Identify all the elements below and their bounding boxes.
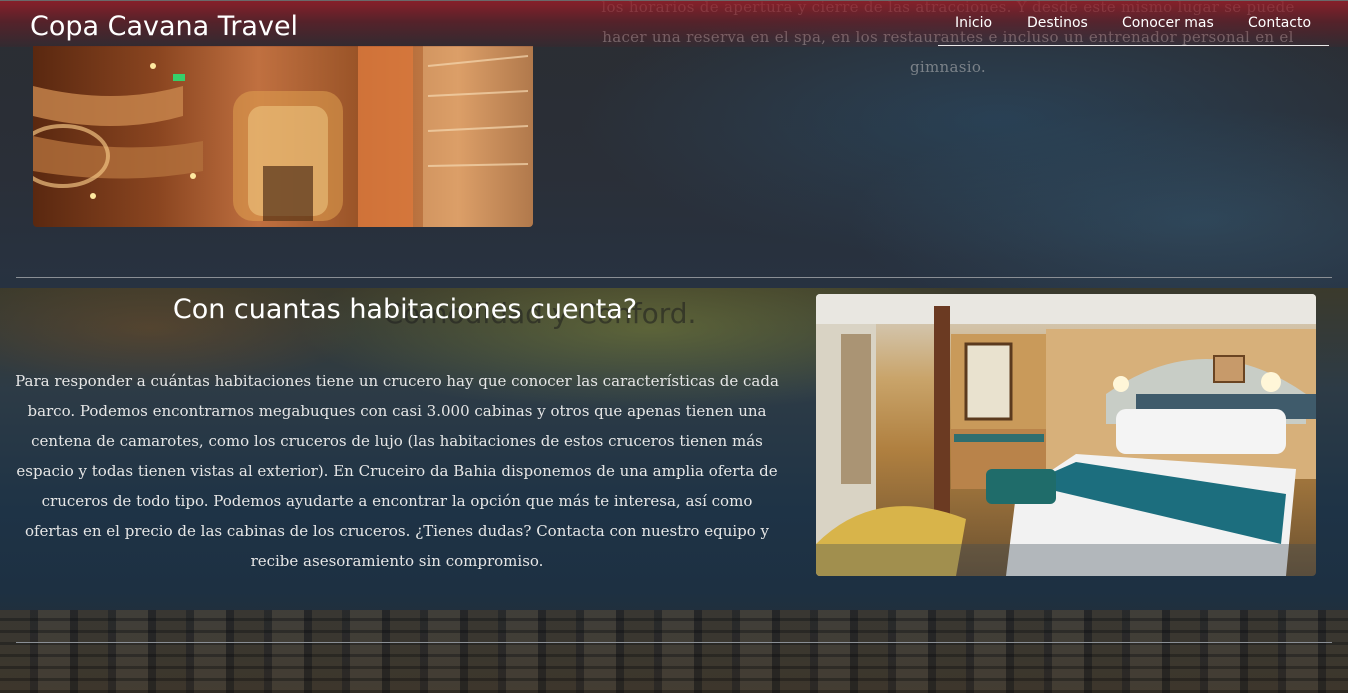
ship-atrium-elevator-image <box>33 46 533 227</box>
section-body: Para responder a cuántas habitaciones ti… <box>15 372 779 570</box>
site-header: Copa Cavana Travel Inicio Destinos Conoc… <box>0 0 1348 47</box>
brand-logo-text[interactable]: Copa Cavana Travel <box>30 11 298 42</box>
nav-conocer-mas[interactable]: Conocer mas <box>1122 15 1214 31</box>
section-title: Con cuantas habitaciones cuenta? <box>172 294 638 325</box>
section-divider-bottom <box>16 642 1332 643</box>
nav-inicio[interactable]: Inicio <box>955 15 992 31</box>
section-divider-top <box>16 277 1332 278</box>
background-buildings <box>0 610 1348 693</box>
nav-contacto[interactable]: Contacto <box>1248 15 1311 31</box>
nav-destinos[interactable]: Destinos <box>1027 15 1088 31</box>
cabin-bedroom-image <box>816 294 1316 576</box>
main-nav: Inicio Destinos Conocer mas Contacto <box>938 13 1329 46</box>
